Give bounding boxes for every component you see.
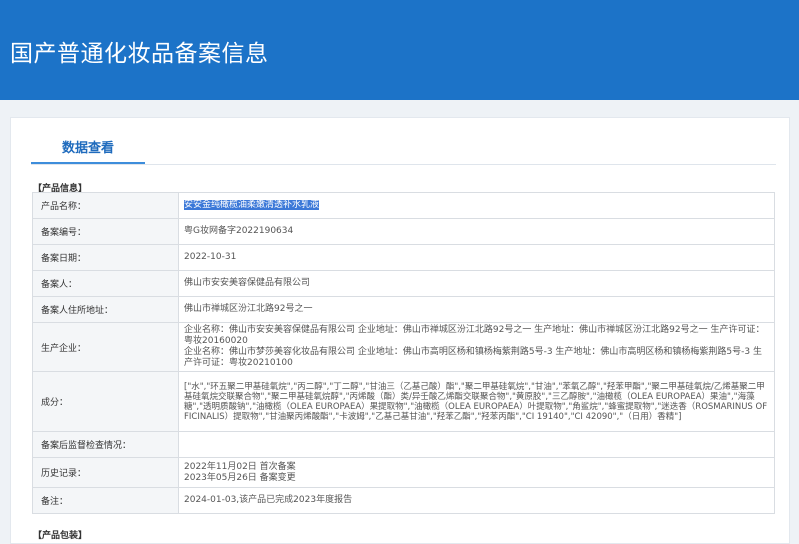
product-info-table: 产品名称： 安安金纯橄榄油柔嫩清透补水乳液 备案编号： 粤G妆网备字202219… [32, 192, 775, 514]
content-card: 数据查看 【产品信息】 产品名称： 安安金纯橄榄油柔嫩清透补水乳液 备案编号： … [10, 117, 790, 544]
table-row: 成分： ["水","环五聚二甲基硅氧烷","丙二醇","丁二醇","甘油三（乙基… [32, 371, 775, 432]
row-label-ingredients: 成分： [32, 371, 179, 432]
history-entry: 2023年05月26日 备案变更 [184, 472, 296, 483]
page-title: 国产普通化妆品备案信息 [10, 41, 269, 67]
tab-divider [31, 164, 776, 165]
table-row: 备案日期： 2022-10-31 [32, 244, 775, 271]
manufacturer-entry: 企业名称：佛山市梦莎美容化妆品有限公司 企业地址：佛山市高明区杨和镇杨梅紫荆路5… [184, 347, 762, 368]
row-label-registrant: 备案人： [32, 270, 179, 297]
table-row: 备案编号： 粤G妆网备字2022190634 [32, 218, 775, 245]
section-title-packaging: 【产品包装】 [33, 531, 88, 541]
row-label-registrant-address: 备案人住所地址： [32, 296, 179, 323]
row-value-filing-number: 粤G妆网备字2022190634 [178, 218, 775, 245]
row-label-filing-date: 备案日期： [32, 244, 179, 271]
page-header-banner: 国产普通化妆品备案信息 [0, 0, 799, 100]
tab-data-view[interactable]: 数据查看 [31, 134, 145, 164]
row-value-registrant: 佛山市安安美容保健品有限公司 [178, 270, 775, 297]
history-entry: 2022年11月02日 首次备案 [184, 461, 296, 472]
table-row: 产品名称： 安安金纯橄榄油柔嫩清透补水乳液 [32, 192, 775, 219]
table-row: 备案人住所地址： 佛山市禅城区汾江北路92号之一 [32, 296, 775, 323]
row-value-registrant-address: 佛山市禅城区汾江北路92号之一 [178, 296, 775, 323]
tab-data-view-label: 数据查看 [61, 141, 114, 156]
row-label-filing-number: 备案编号： [32, 218, 179, 245]
row-value-filing-date: 2022-10-31 [178, 244, 775, 271]
row-label-post-check: 备案后监督检查情况： [32, 431, 179, 458]
table-row: 备案人： 佛山市安安美容保健品有限公司 [32, 270, 775, 297]
manufacturer-entry: 企业名称：佛山市安安美容保健品有限公司 企业地址：佛山市禅城区汾江北路92号之一… [184, 325, 765, 346]
row-label-remarks: 备注： [32, 487, 179, 514]
table-row: 历史记录： 2022年11月02日 首次备案 2023年05月26日 备案变更 [32, 457, 775, 488]
table-row: 生产企业： 企业名称：佛山市安安美容保健品有限公司 企业地址：佛山市禅城区汾江北… [32, 322, 775, 372]
row-label-history: 历史记录： [32, 457, 179, 488]
table-row: 备案后监督检查情况： [32, 431, 775, 458]
row-value-post-check [178, 431, 775, 458]
row-value-history: 2022年11月02日 首次备案 2023年05月26日 备案变更 [178, 457, 775, 488]
row-label-product-name: 产品名称： [32, 192, 179, 219]
row-value-remarks: 2024-01-03,该产品已完成2023年度报告 [178, 487, 775, 514]
row-value-product-name[interactable]: 安安金纯橄榄油柔嫩清透补水乳液 [178, 192, 775, 219]
product-name-text[interactable]: 安安金纯橄榄油柔嫩清透补水乳液 [184, 200, 320, 210]
row-value-manufacturer: 企业名称：佛山市安安美容保健品有限公司 企业地址：佛山市禅城区汾江北路92号之一… [178, 322, 775, 372]
row-label-manufacturer: 生产企业： [32, 322, 179, 372]
row-value-ingredients: ["水","环五聚二甲基硅氧烷","丙二醇","丁二醇","甘油三（乙基己酸）酯… [178, 371, 775, 432]
table-row: 备注： 2024-01-03,该产品已完成2023年度报告 [32, 487, 775, 514]
